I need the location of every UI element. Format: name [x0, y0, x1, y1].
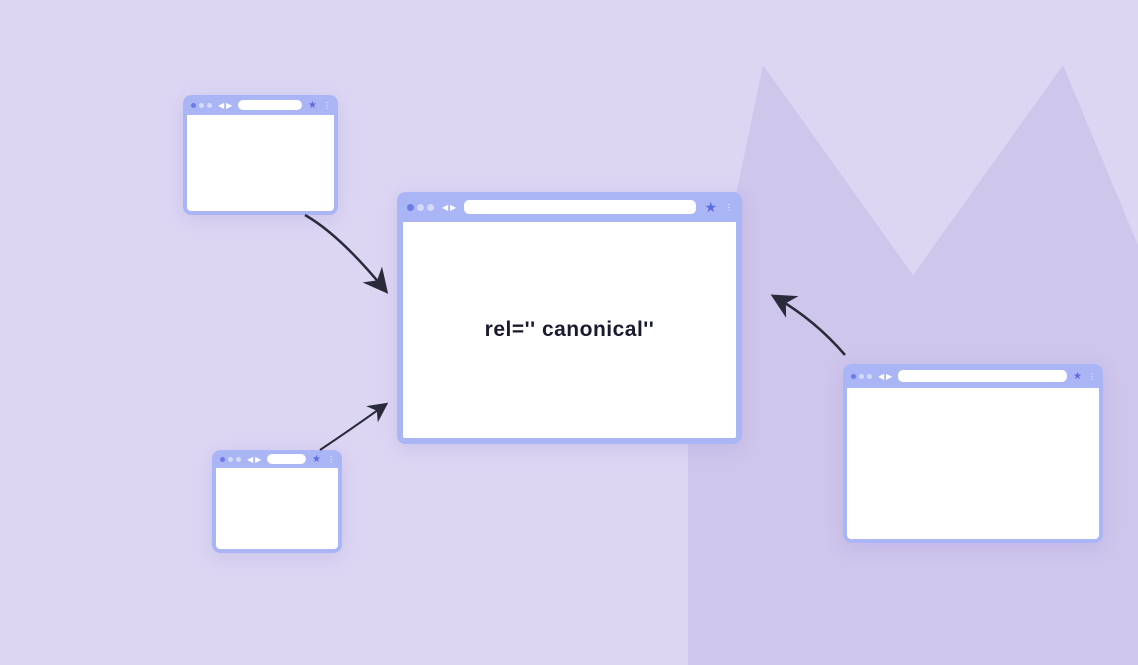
bookmark-star-icon: ★ — [308, 100, 317, 111]
window-control-dots — [407, 204, 434, 211]
address-bar — [898, 370, 1067, 382]
window-control-dots — [191, 103, 212, 108]
browser-viewport: rel='' canonical'' — [397, 222, 742, 444]
browser-titlebar: ◀▶ ★ ⋮ — [183, 95, 338, 115]
menu-dots-icon: ⋮ — [327, 455, 334, 464]
arrow-top-left-to-main-icon — [295, 210, 405, 305]
browser-window-main-canonical: ◀▶ ★ ⋮ rel='' canonical'' — [397, 192, 742, 444]
address-bar — [464, 200, 696, 214]
nav-arrows-icon: ◀▶ — [247, 455, 261, 464]
browser-viewport — [212, 468, 342, 553]
canonical-code-text: rel='' canonical'' — [485, 318, 655, 342]
browser-titlebar: ◀▶ ★ ⋮ — [212, 450, 342, 468]
nav-arrows-icon: ◀▶ — [878, 372, 892, 381]
nav-arrows-icon: ◀▶ — [442, 203, 456, 212]
browser-window-small-bottom-left: ◀▶ ★ ⋮ — [212, 450, 342, 553]
menu-dots-icon: ⋮ — [1088, 372, 1095, 381]
window-control-dots — [220, 457, 241, 462]
browser-titlebar: ◀▶ ★ ⋮ — [397, 192, 742, 222]
nav-arrows-icon: ◀▶ — [218, 101, 232, 110]
bookmark-star-icon: ★ — [312, 454, 321, 465]
address-bar — [238, 100, 302, 110]
browser-titlebar: ◀▶ ★ ⋮ — [843, 364, 1103, 388]
address-bar — [267, 454, 306, 464]
browser-viewport — [843, 388, 1103, 543]
menu-dots-icon: ⋮ — [323, 101, 330, 110]
bookmark-star-icon: ★ — [704, 199, 717, 216]
browser-window-small-top-left: ◀▶ ★ ⋮ — [183, 95, 338, 215]
window-control-dots — [851, 374, 872, 379]
browser-window-small-right: ◀▶ ★ ⋮ — [843, 364, 1103, 543]
browser-viewport — [183, 115, 338, 215]
bookmark-star-icon: ★ — [1073, 371, 1082, 382]
menu-dots-icon: ⋮ — [725, 203, 732, 212]
